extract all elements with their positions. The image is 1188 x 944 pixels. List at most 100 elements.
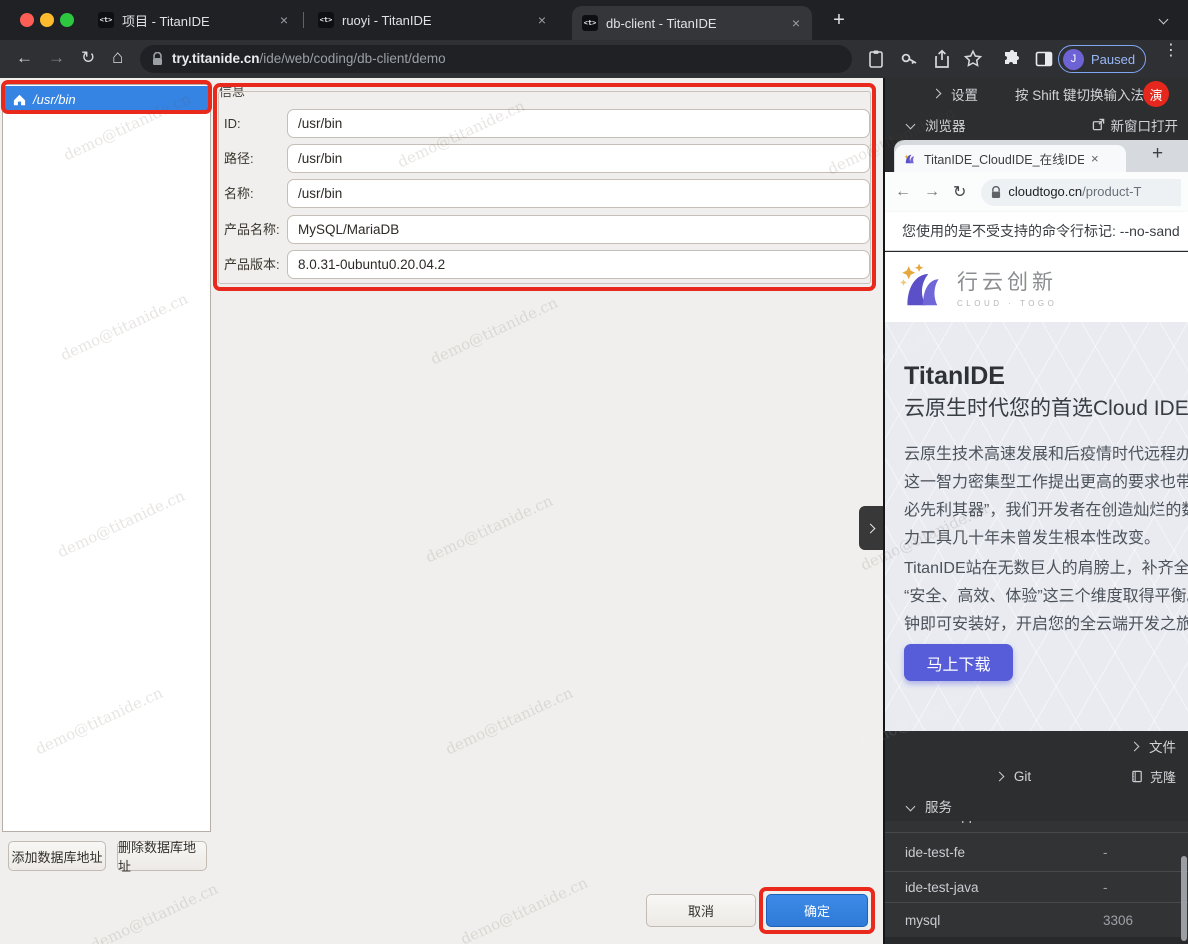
database-list[interactable]: /usr/bin [2,84,211,832]
remove-database-button[interactable]: 删除数据库地址 [117,841,207,871]
chevron-right-icon [932,89,942,99]
open-new-window-button[interactable]: 新窗口打开 [1092,115,1179,135]
field-label-product-name: 产品名称: [224,215,284,244]
address-bar[interactable]: try.titanide.cn/ide/web/coding/db-client… [140,45,852,73]
tab-close-icon[interactable]: × [536,12,548,28]
browser-label: 浏览器 [925,115,966,135]
browser-menu-icon[interactable]: ⋮ [1163,46,1171,55]
brand-subtitle: CLOUD · TOGO [957,299,1057,308]
field-input-product-name[interactable]: MySQL/MariaDB [287,215,870,244]
profile-status: Paused [1091,52,1135,67]
service-row[interactable]: ide-test-java - [885,872,1188,903]
confirm-button[interactable]: 确定 [766,894,868,927]
paragraph-line: 云原生技术高速发展和后疫情时代远程办公等 [904,440,1188,464]
tab-separator [303,12,304,28]
brand-name: 行云创新 [957,266,1057,296]
avatar: J [1063,49,1084,70]
sandbox-warning-text: 您使用的是不受支持的命令行标记: --no-sand [902,221,1180,241]
git-clone-button[interactable]: 克隆 [1131,767,1176,786]
tab-title: ruoyi - TitanIDE [342,13,432,28]
service-row[interactable]: ide-test-fe - [885,833,1188,872]
chevron-down-icon [906,120,916,130]
window-close-button[interactable] [20,13,34,27]
page-subtitle: 云原生时代您的首选Cloud IDE [904,392,1188,422]
url-host: try.titanide.cn [172,51,260,66]
embedded-forward-icon[interactable]: → [924,183,940,201]
panel-expand-handle[interactable] [859,506,883,550]
service-port: 3306 [1103,913,1133,928]
embedded-toolbar: ← → ↻ cloudtogo.cn/product-T [885,172,1188,212]
field-input-path[interactable]: /usr/bin [287,144,870,173]
add-database-button[interactable]: 添加数据库地址 [8,841,106,871]
database-item-label: /usr/bin [33,92,76,107]
field-label-name: 名称: [224,179,284,208]
tab-title: db-client - TitanIDE [606,16,717,31]
tab-ruoyi[interactable]: <t> ruoyi - TitanIDE × [308,0,558,40]
tab-close-icon[interactable]: × [790,15,802,31]
database-list-item-usr-bin[interactable]: /usr/bin [4,86,209,113]
open-new-window-label: 新窗口打开 [1111,115,1179,135]
titanide-favicon: <t> [98,12,114,28]
service-port: - [1103,880,1108,895]
sandbox-warning-bar: 您使用的是不受支持的命令行标记: --no-sand [885,212,1188,251]
tab-strip: <t> 项目 - TitanIDE × <t> ruoyi - TitanIDE… [0,0,1188,40]
settings-label: 设置 [951,84,978,104]
tab-db-client-active[interactable]: <t> db-client - TitanIDE × [572,6,812,40]
window-zoom-button[interactable] [60,13,74,27]
key-icon[interactable] [899,49,919,69]
embedded-url-host: cloudtogo.cn [1008,184,1082,199]
profile-paused-pill[interactable]: J Paused [1058,45,1146,73]
embedded-address-bar[interactable]: cloudtogo.cn/product-T [981,179,1181,206]
home-icon [13,94,26,106]
forward-icon[interactable]: → [48,48,65,68]
paragraph-line: 力工具几十年未曾发生根本性改变。 [904,524,1188,548]
url-path: /ide/web/coding/db-client/demo [260,51,446,66]
chevron-right-icon [865,523,875,533]
git-section-header[interactable]: Git 克隆 [885,761,1188,791]
panel-scrollbar[interactable] [1181,856,1187,941]
panel-divider[interactable] [883,78,885,944]
extensions-puzzle-icon[interactable] [1002,49,1022,69]
embedded-tab-title: TitanIDE_CloudIDE_在线IDE_ [924,149,1084,168]
services-section-header[interactable]: 服务 [885,791,1188,821]
embedded-reload-icon[interactable]: ↻ [953,182,966,202]
window-minimize-button[interactable] [40,13,54,27]
embedded-tab-close-icon[interactable]: × [1091,151,1099,166]
field-input-id[interactable]: /usr/bin [287,109,870,138]
tab-title: 项目 - TitanIDE [122,11,210,30]
tab-close-icon[interactable]: × [278,12,290,28]
paragraph-line: 这一智力密集型工作提出更高的要求也带来了 [904,468,1188,492]
embedded-back-icon[interactable]: ← [895,183,911,201]
lock-icon [991,186,1001,199]
embedded-url-path: /product-T [1082,184,1141,199]
titanide-favicon: <t> [318,12,334,28]
home-icon[interactable]: ⌂ [112,48,123,68]
back-icon[interactable]: ← [16,48,33,68]
field-label-product-version: 产品版本: [224,250,284,279]
browser-section-header[interactable]: 浏览器 新窗口打开 [885,109,1188,140]
tab-search-chevron-icon[interactable] [1159,15,1169,25]
paragraph-line: 钟即可安装好，开启您的全云端开发之旅！ [904,610,1188,634]
bookmark-star-icon[interactable] [963,49,983,69]
field-label-id: ID: [224,109,284,138]
side-panel-icon[interactable] [1034,49,1054,69]
service-row[interactable]: ide-test-app-v1 - [885,821,1188,833]
new-tab-button[interactable]: + [826,8,852,34]
field-input-name[interactable]: /usr/bin [287,179,870,208]
clipboard-icon[interactable] [866,49,886,69]
clone-icon [1131,770,1144,783]
embedded-tab-cloudtogo[interactable]: TitanIDE_CloudIDE_在线IDE_ × [895,145,1126,172]
tab-project[interactable]: <t> 项目 - TitanIDE × [88,0,300,40]
field-label-path: 路径: [224,144,284,173]
cancel-button[interactable]: 取消 [646,894,756,927]
reload-icon[interactable]: ↻ [81,48,95,68]
download-now-button[interactable]: 马上下载 [904,644,1013,681]
service-name: ide-test-app-v1 [905,821,995,823]
embedded-new-tab-button[interactable]: + [1152,143,1163,165]
service-row[interactable]: mysql 3306 [885,903,1188,937]
field-input-product-version[interactable]: 8.0.31-0ubuntu0.20.04.2 [287,250,870,279]
files-section-header[interactable]: 文件 [885,731,1188,761]
share-icon[interactable] [932,49,952,69]
ime-hint: 按 Shift 键切换输入法 [1015,84,1144,104]
chevron-right-icon [994,771,1004,781]
